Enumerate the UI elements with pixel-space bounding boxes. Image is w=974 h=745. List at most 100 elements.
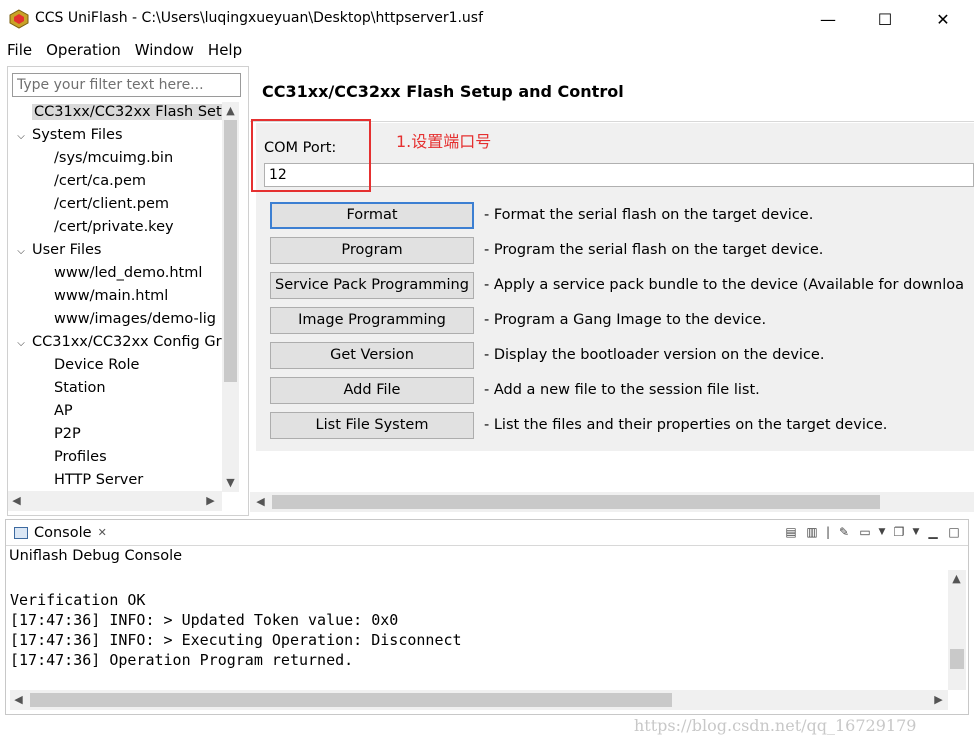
tree-item[interactable]: P2P <box>8 423 226 446</box>
scroll-right-icon[interactable]: ▶ <box>202 494 219 507</box>
program-button[interactable]: Program <box>270 237 474 264</box>
tree-item[interactable]: HTTP Server <box>8 469 226 491</box>
tab-console-label: Console <box>34 525 92 541</box>
console-subtitle: Uniflash Debug Console <box>9 548 183 564</box>
display-console-icon[interactable]: ▭ <box>857 524 873 540</box>
scroll-lock-icon[interactable]: ▥ <box>804 524 820 540</box>
tab-console[interactable]: Console ✕ <box>8 522 113 544</box>
console-horizontal-scrollbar[interactable]: ◀ ▶ <box>10 690 948 710</box>
scroll-left-icon[interactable]: ◀ <box>252 495 269 508</box>
tree-item-label: HTTP Server <box>54 472 144 488</box>
get-version-button[interactable]: Get Version <box>270 342 474 369</box>
console-icon <box>14 527 28 539</box>
minimize-icon: — <box>820 9 836 29</box>
chevron-down-icon[interactable]: ▼ <box>912 524 920 540</box>
console-output[interactable]: Verification OK [17:47:36] INFO: > Update… <box>10 570 946 688</box>
pin-console-icon[interactable]: ✎ <box>836 524 852 540</box>
chevron-down-icon[interactable]: ▼ <box>878 524 886 540</box>
action-description: - Display the bootloader version on the … <box>484 347 825 363</box>
tree-item-label: /cert/client.pem <box>54 196 169 212</box>
action-row: Add File - Add a new file to the session … <box>270 377 974 404</box>
chevron-down-icon[interactable]: ⌵ <box>14 125 28 147</box>
maximize-view-icon[interactable]: □ <box>946 524 962 540</box>
open-console-icon[interactable]: ❐ <box>891 524 907 540</box>
service-pack-programming-button[interactable]: Service Pack Programming <box>270 272 474 299</box>
console-toolbar: ▤ ▥ | ✎ ▭ ▼ ❐ ▼ ▁ □ <box>783 524 962 540</box>
tree-item-label: P2P <box>54 426 81 442</box>
scroll-left-icon[interactable]: ◀ <box>10 693 27 706</box>
tree-item[interactable]: www/images/demo-lig <box>8 308 226 331</box>
scrollbar-thumb[interactable] <box>950 649 964 669</box>
scrollbar-thumb[interactable] <box>224 120 237 382</box>
tree-item[interactable]: Station <box>8 377 226 400</box>
tree-item-label: CC31xx/CC32xx Config Gr <box>32 334 222 350</box>
scroll-right-icon[interactable]: ▶ <box>930 693 947 706</box>
clear-console-icon[interactable]: ▤ <box>783 524 799 540</box>
tree-item[interactable]: Device Role <box>8 354 226 377</box>
close-icon: ✕ <box>936 9 950 29</box>
tree-item-label: User Files <box>32 242 102 258</box>
action-description: - Program a Gang Image to the device. <box>484 312 767 328</box>
console-tab-bar: Console ✕ ▤ ▥ | ✎ ▭ ▼ ❐ ▼ ▁ □ <box>6 520 968 546</box>
panel-horizontal-scrollbar[interactable]: ◀ <box>250 492 974 512</box>
toolbar-separator: | <box>825 525 831 539</box>
navigation-panel: CC31xx/CC32xx Flash Setu⌵System Files/sy… <box>7 66 249 516</box>
tree-item[interactable]: Profiles <box>8 446 226 469</box>
minimize-view-icon[interactable]: ▁ <box>925 524 941 540</box>
tree-item-label: CC31xx/CC32xx Flash Setu <box>32 104 226 120</box>
tree-horizontal-scrollbar[interactable]: ◀ ▶ <box>8 491 222 511</box>
action-row: Format - Format the serial flash on the t… <box>270 202 974 229</box>
close-tab-icon[interactable]: ✕ <box>98 522 107 544</box>
format-button[interactable]: Format <box>270 202 474 229</box>
menu-help[interactable]: Help <box>201 38 249 62</box>
tree-item-label: /cert/ca.pem <box>54 173 147 189</box>
scrollbar-thumb[interactable] <box>272 495 880 509</box>
console-line: [17:47:36] Operation Program returned. <box>10 651 354 669</box>
minimize-button[interactable]: — <box>799 0 857 38</box>
tree-item[interactable]: ⌵ CC31xx/CC32xx Config Gr <box>8 331 226 354</box>
tree-item[interactable]: CC31xx/CC32xx Flash Setu <box>8 101 226 124</box>
console-view: Console ✕ ▤ ▥ | ✎ ▭ ▼ ❐ ▼ ▁ □ Uniflash D… <box>5 519 969 715</box>
console-vertical-scrollbar[interactable]: ▲ <box>948 570 966 690</box>
scroll-up-icon[interactable]: ▲ <box>222 104 239 117</box>
tree-item[interactable]: ⌵ System Files <box>8 124 226 147</box>
add-file-button[interactable]: Add File <box>270 377 474 404</box>
tree-item[interactable]: www/main.html <box>8 285 226 308</box>
tree-item[interactable]: /cert/client.pem <box>8 193 226 216</box>
chevron-down-icon[interactable]: ⌵ <box>14 332 28 354</box>
filter-input[interactable] <box>12 73 241 97</box>
action-description: - Add a new file to the session file lis… <box>484 382 760 398</box>
tree-vertical-scrollbar[interactable]: ▲ ▼ <box>222 102 239 492</box>
tree-item[interactable]: www/led_demo.html <box>8 262 226 285</box>
tree-item[interactable]: AP <box>8 400 226 423</box>
tree-item[interactable]: /cert/private.key <box>8 216 226 239</box>
action-row: Get Version - Display the bootloader vers… <box>270 342 974 369</box>
tree-item-label: Station <box>54 380 106 396</box>
maximize-button[interactable]: ☐ <box>856 0 914 38</box>
tree-item[interactable]: /sys/mcuimg.bin <box>8 147 226 170</box>
panel-header: CC31xx/CC32xx Flash Setup and Control <box>250 66 974 122</box>
navigation-tree: CC31xx/CC32xx Flash Setu ⌵ System Files/sy… <box>8 101 226 491</box>
scroll-up-icon[interactable]: ▲ <box>948 572 965 585</box>
close-button[interactable]: ✕ <box>914 0 972 38</box>
flash-setup-panel: CC31xx/CC32xx Flash Setup and Control CO… <box>250 66 974 516</box>
scrollbar-thumb[interactable] <box>30 693 672 707</box>
tree-item[interactable]: /cert/ca.pem <box>8 170 226 193</box>
console-line: [17:47:36] INFO: > Updated Token value: … <box>10 611 399 629</box>
menu-window[interactable]: Window <box>128 38 201 62</box>
list-file-system-button[interactable]: List File System <box>270 412 474 439</box>
console-line: Verification OK <box>10 591 146 609</box>
action-description: - List the files and their properties on… <box>484 417 888 433</box>
chevron-down-icon[interactable]: ⌵ <box>14 240 28 262</box>
action-description: - Apply a service pack bundle to the dev… <box>484 277 965 293</box>
tree-item-label: System Files <box>32 127 123 143</box>
action-row: Program - Program the serial flash on the… <box>270 237 974 264</box>
watermark: https://blog.csdn.net/qq_16729179 <box>634 716 917 735</box>
scroll-left-icon[interactable]: ◀ <box>8 494 25 507</box>
menu-operation[interactable]: Operation <box>39 38 128 62</box>
image-programming-button[interactable]: Image Programming <box>270 307 474 334</box>
menu-bar: File Operation Window Help <box>0 38 974 62</box>
scroll-down-icon[interactable]: ▼ <box>222 476 239 489</box>
tree-item[interactable]: ⌵ User Files <box>8 239 226 262</box>
menu-file[interactable]: File <box>0 38 39 62</box>
